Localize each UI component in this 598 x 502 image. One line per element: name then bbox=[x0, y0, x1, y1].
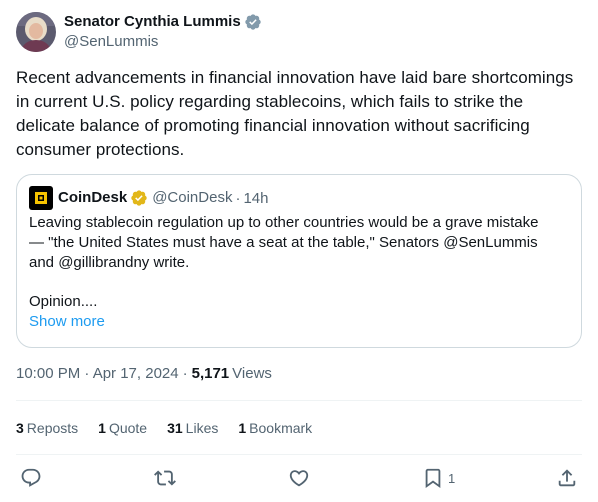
gold-verified-badge-icon bbox=[130, 189, 148, 207]
quoted-tweet[interactable]: CoinDesk @CoinDesk · 14h Leaving stablec… bbox=[16, 174, 582, 348]
coindesk-logo-icon bbox=[29, 186, 53, 210]
action-bar: 1 bbox=[16, 465, 582, 491]
bookmark-button[interactable]: 1 bbox=[422, 465, 455, 491]
tweet-meta: 10:00 PM · Apr 17, 2024 · 5,171 Views bbox=[16, 364, 272, 384]
reply-button[interactable] bbox=[20, 465, 42, 491]
bookmarks-stat[interactable]: 1 Bookmark bbox=[238, 418, 312, 438]
quoted-text: Leaving stablecoin regulation up to othe… bbox=[29, 213, 565, 332]
bookmark-icon bbox=[425, 468, 441, 489]
quoted-author-handle: @CoinDesk bbox=[152, 189, 233, 206]
author-handle[interactable]: @SenLummis bbox=[64, 32, 262, 52]
reposts-count: 3 bbox=[16, 420, 24, 436]
engagement-stats: 3 Reposts 1 Quote 31 Likes 1 Bookmark bbox=[16, 418, 332, 438]
bookmarks-label: Bookmark bbox=[249, 420, 313, 436]
avatar[interactable] bbox=[16, 12, 56, 52]
reposts-stat[interactable]: 3 Reposts bbox=[16, 418, 78, 438]
tweet-header: Senator Cynthia Lummis @SenLummis bbox=[16, 12, 262, 52]
repost-icon bbox=[154, 470, 176, 486]
quoted-line: — "the United States must have a seat at… bbox=[29, 234, 538, 251]
divider bbox=[16, 454, 582, 455]
views-label: Views bbox=[232, 365, 272, 382]
views-count: 5,171 bbox=[191, 365, 230, 382]
timestamp[interactable]: 10:00 PM · Apr 17, 2024 bbox=[16, 364, 179, 384]
likes-count: 31 bbox=[167, 420, 183, 436]
quoted-tail: Opinion.... bbox=[29, 293, 98, 310]
bookmarks-count: 1 bbox=[238, 420, 247, 436]
quotes-label: Quote bbox=[108, 420, 148, 436]
quoted-line: and @gillibrandny write. bbox=[29, 254, 190, 271]
likes-stat[interactable]: 31 Likes bbox=[167, 418, 218, 438]
show-more-link[interactable]: Show more bbox=[29, 312, 105, 332]
repost-button[interactable] bbox=[154, 465, 176, 491]
tweet-text: Recent advancements in financial innovat… bbox=[16, 68, 574, 159]
share-button[interactable] bbox=[556, 465, 578, 491]
quotes-count: 1 bbox=[98, 420, 106, 436]
separator-dot: · bbox=[182, 365, 188, 382]
quoted-time: 14h bbox=[243, 189, 269, 207]
separator-dot: · bbox=[235, 189, 241, 207]
quotes-stat[interactable]: 1 Quote bbox=[98, 418, 147, 438]
like-button[interactable] bbox=[288, 465, 310, 491]
heart-icon bbox=[289, 470, 309, 487]
likes-label: Likes bbox=[185, 420, 219, 436]
divider bbox=[16, 400, 582, 401]
bookmark-count: 1 bbox=[448, 470, 456, 486]
share-icon bbox=[558, 469, 576, 487]
reply-icon bbox=[21, 468, 41, 487]
author-name[interactable]: Senator Cynthia Lummis bbox=[64, 12, 241, 32]
quoted-author-name: CoinDesk bbox=[58, 189, 128, 206]
verified-badge-icon bbox=[244, 13, 262, 31]
reposts-label: Reposts bbox=[26, 420, 79, 436]
quoted-line: Leaving stablecoin regulation up to othe… bbox=[29, 214, 539, 231]
